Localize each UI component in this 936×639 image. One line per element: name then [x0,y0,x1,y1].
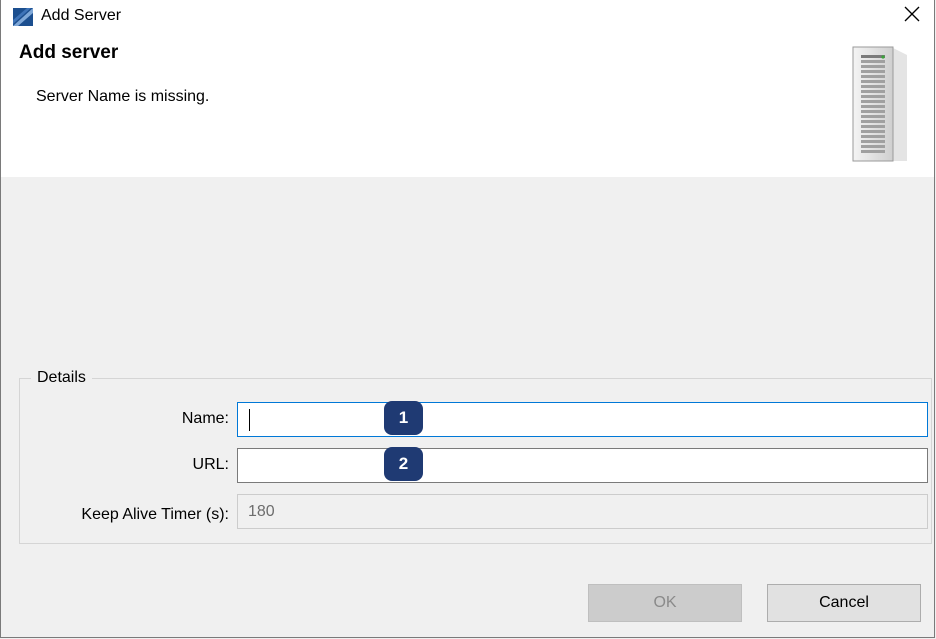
text-caret [249,409,250,431]
close-button[interactable] [890,0,934,33]
details-group-label: Details [31,369,92,387]
cancel-button[interactable]: Cancel [767,584,921,622]
name-input[interactable] [237,402,928,437]
server-icon [849,45,907,170]
keep-alive-input [237,494,928,529]
add-server-dialog: Add Server Add server Server Name is mis… [0,0,935,638]
title-bar: Add Server [1,0,934,33]
close-icon [904,6,920,27]
keep-alive-label: Keep Alive Timer (s): [81,506,229,523]
step-marker-2: 2 [384,447,423,481]
window-title: Add Server [41,7,122,24]
name-label: Name: [181,410,229,427]
page-title: Add server [19,42,119,63]
step-marker-1: 1 [384,401,423,435]
url-label: URL: [192,456,229,473]
error-message: Server Name is missing. [36,88,210,105]
url-input[interactable] [237,448,928,483]
eclipse-app-icon [13,8,33,26]
ok-button[interactable]: OK [588,584,742,622]
